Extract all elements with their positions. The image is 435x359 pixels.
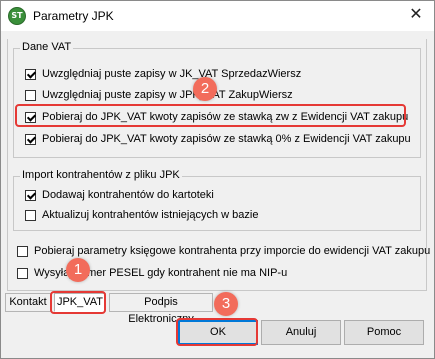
checkbox-puste-zakup[interactable]: Uwzględniaj puste zapisy w JPK_VAT Zakup… (25, 87, 293, 103)
checkbox-label: Uwzględniaj puste zapisy w JPK_VAT Zakup… (42, 89, 293, 101)
checkbox-label: Dodawaj kontrahentów do kartoteki (42, 189, 214, 201)
checkbox-label: Uwzględniaj puste zapisy w JK_VAT Sprzed… (42, 68, 302, 80)
checkbox-label: Pobieraj do JPK_VAT kwoty zapisów ze sta… (42, 133, 411, 145)
checkbox-dodawaj-kontrahentow[interactable]: Dodawaj kontrahentów do kartoteki (25, 187, 214, 203)
step-badge-2: 2 (193, 77, 217, 101)
checkbox-box[interactable] (25, 133, 36, 145)
checkbox-box[interactable] (25, 111, 36, 123)
checkbox-box[interactable] (17, 267, 28, 279)
window-title: Parametry JPK (33, 9, 114, 23)
checkbox-stawka-0[interactable]: Pobieraj do JPK_VAT kwoty zapisów ze sta… (25, 131, 411, 147)
app-icon: ST (8, 7, 26, 25)
title-bar: ST Parametry JPK ✕ (1, 1, 434, 31)
checkbox-box[interactable] (25, 209, 36, 221)
checkbox-puste-sprzedaz[interactable]: Uwzględniaj puste zapisy w JK_VAT Sprzed… (25, 66, 301, 82)
cancel-button[interactable]: Anuluj (261, 320, 341, 345)
ok-button[interactable]: OK (178, 320, 258, 345)
checkbox-box[interactable] (25, 189, 36, 201)
group-label-import: Import kontrahentów z pliku JPK (20, 169, 182, 181)
tab-podpis-elektroniczny[interactable]: Podpis Elektroniczny (109, 293, 213, 325)
step-badge-1: 1 (66, 258, 90, 282)
group-label-dane-vat: Dane VAT (20, 41, 74, 53)
checkbox-box[interactable] (25, 68, 36, 80)
tab-kontakt[interactable]: Kontakt (5, 293, 51, 312)
checkbox-box[interactable] (25, 89, 36, 101)
tab-jpk-vat[interactable]: JPK_VAT (54, 293, 106, 312)
checkbox-box[interactable] (17, 245, 28, 257)
checkbox-parametry-ksiegowe[interactable]: Pobieraj parametry księgowe kontrahenta … (17, 243, 430, 259)
checkbox-pesel[interactable]: Wysyłaj numer PESEL gdy kontrahent nie m… (17, 265, 287, 281)
checkbox-aktualizuj-kontrahentow[interactable]: Aktualizuj kontrahentów istniejących w b… (25, 207, 258, 223)
checkbox-label: Pobieraj do JPK_VAT kwoty zapisów ze sta… (42, 111, 409, 123)
close-icon[interactable]: ✕ (406, 5, 426, 25)
step-badge-3: 3 (214, 292, 238, 316)
checkbox-stawka-zw[interactable]: Pobieraj do JPK_VAT kwoty zapisów ze sta… (25, 109, 408, 125)
checkbox-label: Pobieraj parametry księgowe kontrahenta … (34, 245, 431, 257)
help-button[interactable]: Pomoc (344, 320, 424, 345)
checkbox-label: Aktualizuj kontrahentów istniejących w b… (42, 209, 259, 221)
